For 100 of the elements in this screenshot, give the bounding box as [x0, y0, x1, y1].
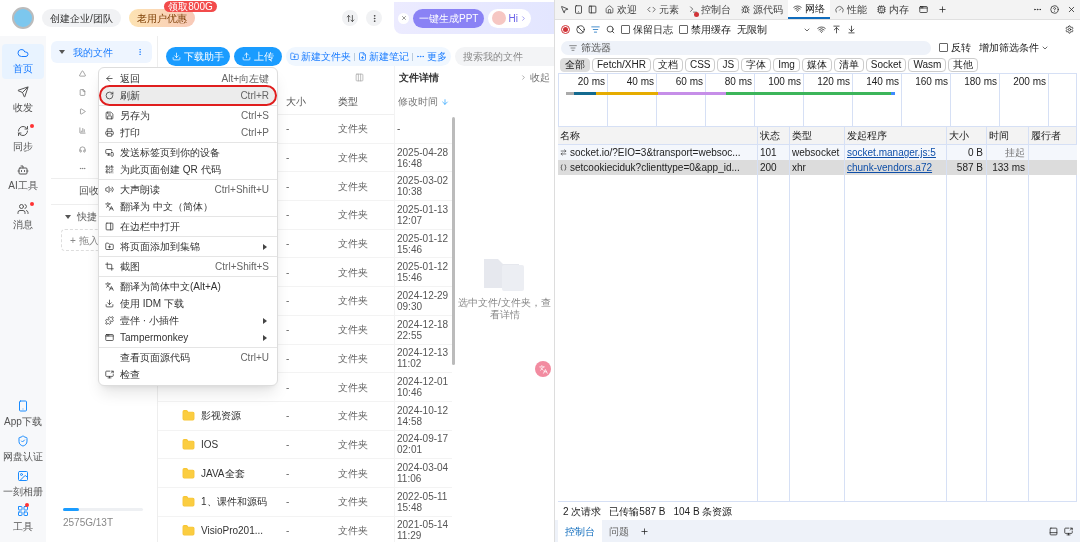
devtools-tab[interactable]: 元素 [642, 0, 684, 19]
devtools-tab[interactable]: 源代码 [736, 0, 788, 19]
clear-icon[interactable] [576, 25, 585, 34]
menu-item[interactable]: 翻译为 中文（简体） [101, 198, 275, 215]
column-header[interactable]: 履行者 [1031, 128, 1061, 143]
devtools-tab[interactable]: 性能 [830, 0, 872, 19]
file-name[interactable]: 1、课件和源码 [201, 494, 267, 510]
wifi-icon[interactable] [817, 25, 826, 34]
type-filter-chip[interactable]: 文档 [652, 57, 683, 72]
column-header[interactable]: 类型 [792, 128, 812, 143]
throttle-select[interactable]: 无限制 [737, 22, 797, 37]
help-icon[interactable] [1050, 5, 1059, 14]
checkbox[interactable] [679, 25, 688, 34]
type-filter-chip[interactable]: 字体 [741, 57, 772, 72]
request-row[interactable]: setcookieciduk?clienttype=0&app_id... 200 xhr chunk-vendors.a72 587 B 133 ms [558, 160, 1077, 175]
panel-icon[interactable] [588, 5, 597, 14]
type-filter-chip[interactable]: Fetch/XHR [592, 57, 651, 72]
file-name[interactable]: 影视资源 [201, 408, 241, 424]
file-name[interactable]: VisioPro201... [201, 522, 264, 538]
type-filter-chip[interactable]: Socket [865, 57, 907, 72]
assistant-pill[interactable]: Hi [488, 8, 531, 28]
file-name[interactable]: JAVA全套 [201, 465, 245, 481]
column-header[interactable]: 类型 [338, 93, 358, 109]
type-filter-chip[interactable]: CSS [684, 57, 716, 72]
more-icon[interactable] [1033, 5, 1042, 14]
checkbox[interactable] [621, 25, 630, 34]
column-header[interactable]: 大小 [286, 93, 338, 109]
rail-item[interactable]: 同步 [2, 122, 44, 157]
menu-item[interactable]: 打印 Ctrl+P [101, 124, 275, 141]
more-button[interactable]: 更多 [416, 49, 447, 64]
close-button[interactable] [398, 12, 409, 24]
column-header[interactable]: 发起程序 [847, 128, 887, 143]
undock-icon[interactable] [1064, 526, 1073, 536]
collapse-button[interactable]: 收起 [520, 69, 550, 85]
rail-item[interactable]: 一刻相册 [3, 470, 43, 499]
filter-icon[interactable] [591, 25, 600, 34]
recycle-bin-item[interactable]: 回收 [79, 185, 99, 196]
type-filter-chip[interactable]: 其他 [948, 57, 979, 72]
devtools-tab[interactable]: 内存 [872, 0, 914, 19]
type-filter-chip[interactable]: JS [717, 57, 740, 72]
inspect-icon[interactable] [560, 5, 569, 14]
column-header[interactable]: 修改时间 [398, 94, 438, 109]
request-row[interactable]: socket.io/?EIO=3&transport=websoc... 101 websocket socket.manager.js:5 0 B 挂起 [558, 145, 1077, 160]
rail-item[interactable]: AI工具 [2, 161, 44, 196]
create-team-button[interactable]: 创建企业/团队 [42, 9, 121, 27]
rail-item[interactable]: App下载 [4, 400, 42, 429]
menu-item[interactable]: 为此页面创建 QR 代码 [101, 161, 275, 178]
more-filters-button[interactable]: 增加筛选条件 [979, 40, 1049, 55]
drawer-tab[interactable]: 问题 [602, 520, 636, 542]
column-header[interactable]: 状态 [760, 128, 780, 143]
rail-item[interactable]: 收发 [2, 83, 44, 118]
type-filter-chip[interactable]: 媒体 [801, 57, 832, 72]
column-header[interactable]: 时间 [989, 128, 1009, 143]
checkbox[interactable] [939, 43, 948, 52]
menu-item[interactable]: 在边栏中打开 [101, 218, 275, 235]
new-folder-button[interactable]: 新建文件夹 [290, 49, 351, 64]
initiator-link[interactable]: socket.manager.js:5 [847, 145, 936, 160]
settings-icon[interactable] [1065, 25, 1074, 34]
file-icon[interactable] [79, 89, 86, 96]
type-filter-chip[interactable]: Wasm [908, 57, 947, 72]
column-header[interactable]: 大小 [949, 128, 969, 143]
sort-button[interactable] [342, 10, 358, 26]
scrollbar[interactable] [452, 117, 455, 365]
device-icon[interactable] [574, 5, 583, 14]
devtools-tab[interactable]: 欢迎 [600, 0, 642, 19]
rail-item[interactable]: 首页 [2, 44, 44, 79]
window-icon[interactable] [919, 5, 928, 14]
type-filter-chip[interactable]: Img [773, 57, 800, 72]
column-header[interactable]: 名称 [560, 128, 580, 143]
menu-item[interactable]: 将页面添加到集锦 [101, 238, 275, 255]
rail-item[interactable]: 网盘认证 [3, 435, 43, 464]
type-filter-chip[interactable]: 全部 [560, 57, 590, 72]
rail-item[interactable]: 消息 [2, 200, 44, 235]
menu-item[interactable]: 查看页面源代码 Ctrl+U [101, 349, 275, 366]
download-icon[interactable] [847, 25, 856, 34]
menu-item[interactable]: 大声朗读 Ctrl+Shift+U [101, 181, 275, 198]
menu-item[interactable]: 使用 IDM 下载 [101, 295, 275, 312]
upload-icon[interactable] [832, 25, 841, 34]
close-icon[interactable] [1067, 5, 1076, 14]
menu-item[interactable]: 壹伴 · 小插件 [101, 312, 275, 329]
menu-item[interactable]: 检查 [101, 366, 275, 383]
drawer-tab[interactable]: 控制台 [558, 520, 602, 542]
menu-item[interactable]: Tampermonkey [101, 329, 275, 346]
new-note-button[interactable]: 新建笔记 [358, 49, 409, 64]
file-name[interactable]: IOS [201, 436, 219, 452]
menu-item[interactable]: 返回 Alt+向左键 [101, 70, 275, 87]
devtools-tab[interactable]: 控制台 [684, 0, 736, 19]
my-files-item[interactable]: 我的文件 [51, 41, 152, 63]
menu-item[interactable]: 刷新 Ctrl+R [101, 87, 275, 104]
menu-item[interactable]: 发送标签页到你的设备 [101, 144, 275, 161]
filter-field[interactable]: 筛选器 [561, 40, 931, 55]
type-filter-chip[interactable]: 清单 [833, 57, 864, 72]
search-icon[interactable] [606, 25, 615, 34]
dock-icon[interactable] [1049, 526, 1058, 536]
menu-item[interactable]: 另存为 Ctrl+S [101, 107, 275, 124]
add-tab-icon[interactable] [640, 526, 649, 536]
rail-item[interactable]: 工具 [13, 505, 33, 534]
initiator-link[interactable]: chunk-vendors.a72 [847, 160, 933, 175]
menu-item[interactable]: 翻译为简体中文(Alt+A) [101, 278, 275, 295]
record-icon[interactable] [561, 25, 570, 34]
